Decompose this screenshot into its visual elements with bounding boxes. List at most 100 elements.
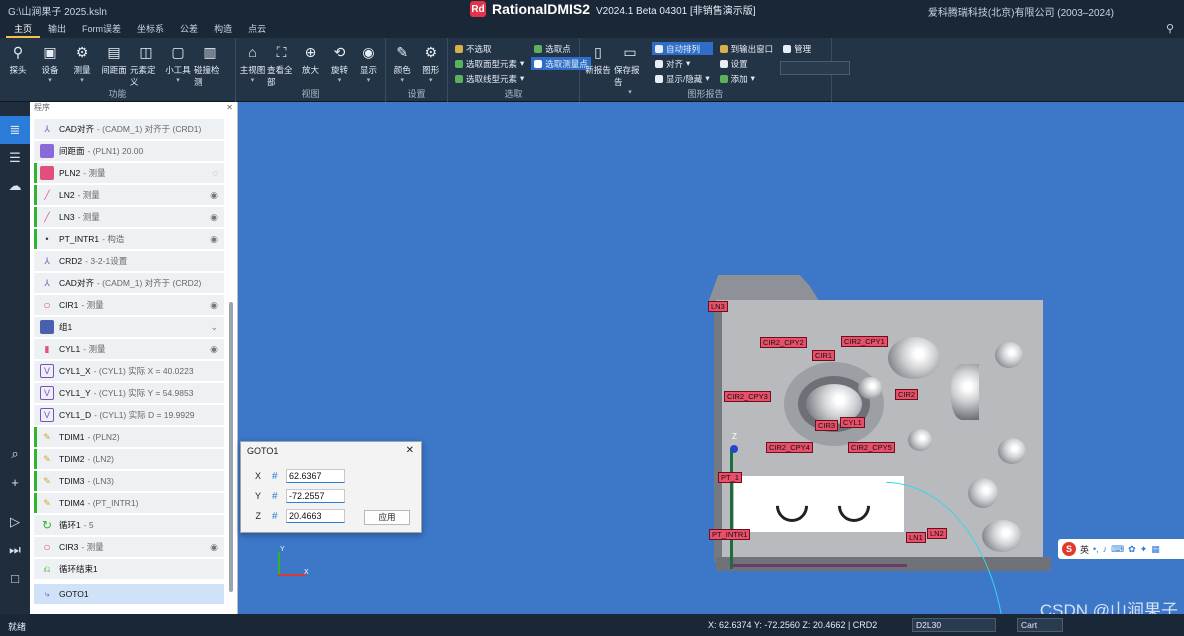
feature-label[interactable]: CIR2 xyxy=(895,389,919,400)
step-icon[interactable]: ⏭ xyxy=(0,536,30,564)
program-row[interactable]: ▮ CYL1- 测量 ◉ xyxy=(34,339,224,359)
program-row[interactable]: ⅄ CAD对齐 - (CADM_1) 对齐于 (CRD1) xyxy=(34,119,224,139)
to-output-item[interactable]: 到输出窗口 xyxy=(717,42,777,55)
mic-icon[interactable]: ♪ xyxy=(1103,544,1108,554)
tab-home[interactable]: 主页 xyxy=(6,20,41,38)
program-list-icon[interactable]: ≣ xyxy=(0,116,30,144)
program-row[interactable]: ✎ TDIM2- (LN2) xyxy=(34,449,224,469)
program-row-selected[interactable]: ⤷ GOTO1 xyxy=(34,584,224,604)
program-row[interactable]: ↻ 循环1- 5 xyxy=(34,515,224,535)
gap-plane-button[interactable]: ▤ 间距面 xyxy=(98,42,130,88)
main-view-button[interactable]: ⌂ 主视图 ▾ xyxy=(238,42,267,88)
tab-output[interactable]: 输出 xyxy=(40,20,74,38)
program-row[interactable]: ⎌ 循环结束1 xyxy=(34,559,224,579)
program-row[interactable]: ✎ TDIM1- (PLN2) xyxy=(34,427,224,447)
eye-icon[interactable]: ◉ xyxy=(210,212,218,223)
feature-label[interactable]: CIR2_CPY4 xyxy=(766,442,813,453)
device-button[interactable]: ▣ 设备 ▾ xyxy=(34,42,66,88)
collision-button[interactable]: ▥ 碰撞检测 xyxy=(194,42,226,88)
graphics-button[interactable]: ⚙ 图形 ▾ xyxy=(417,42,446,85)
program-row[interactable]: V CYL1_D - (CYL1) 实际 D = 19.9929 xyxy=(34,405,224,425)
program-row[interactable]: ╱ LN2- 测量 ◉ xyxy=(34,185,224,205)
add-item[interactable]: 添加 ▾ xyxy=(717,72,777,85)
skin-icon[interactable]: ✿ xyxy=(1128,544,1136,555)
feature-label[interactable]: CIR3 xyxy=(815,420,839,431)
program-row[interactable]: 间距面 - (PLN1) 20.00 xyxy=(34,141,224,161)
select-line-item[interactable]: 选取线型元素 ▾ xyxy=(452,72,527,85)
eye-icon[interactable]: ◉ xyxy=(210,344,218,355)
feature-label[interactable]: CYL1 xyxy=(840,417,865,428)
close-icon[interactable]: ✕ xyxy=(406,442,414,460)
ime-toolbar[interactable]: S 英 •, ♪ ⌨ ✿ ✦ ▦ xyxy=(1058,539,1184,559)
probe-select[interactable]: D2L30 xyxy=(912,618,996,632)
z-input[interactable] xyxy=(286,509,345,523)
apply-button[interactable]: 应用 xyxy=(364,510,410,525)
program-row[interactable]: ⅄ CRD2- 3-2-1设置 xyxy=(34,251,224,271)
pin-icon[interactable]: ⚲ xyxy=(1166,22,1174,35)
manage-item[interactable]: 管理 xyxy=(780,42,850,55)
stop-icon[interactable]: □ xyxy=(0,564,30,592)
play-icon[interactable]: ▷ xyxy=(0,508,30,536)
3d-viewport[interactable]: Z LN3 CIR2_CPY2 CIR2_CPY1 CIR1 CIR2_CPY3… xyxy=(238,102,1184,614)
color-button[interactable]: ✎ 颜色 ▾ xyxy=(388,42,417,85)
feature-label[interactable]: PT_1 xyxy=(718,472,742,483)
add-icon[interactable]: + xyxy=(0,468,30,496)
feature-label[interactable]: LN2 xyxy=(927,528,947,539)
feature-label[interactable]: CIR2_CPY3 xyxy=(724,391,771,402)
feature-label[interactable]: CIR2_CPY1 xyxy=(841,336,888,347)
cloud-icon[interactable]: ☁ xyxy=(0,172,30,200)
tab-coordinate[interactable]: 坐标系 xyxy=(129,20,172,38)
feature-label[interactable]: CIR2_CPY5 xyxy=(848,442,895,453)
search-icon[interactable]: ⌕ xyxy=(0,440,30,468)
tab-construct[interactable]: 构造 xyxy=(206,20,240,38)
auto-arrange-item[interactable]: 自动排列 xyxy=(652,42,713,55)
measure-button[interactable]: ⚙ 测量 ▾ xyxy=(66,42,98,88)
program-row[interactable]: V CYL1_Y - (CYL1) 实际 Y = 54.9853 xyxy=(34,383,224,403)
align-item[interactable]: 对齐 ▾ xyxy=(652,57,713,70)
punctuation-icon[interactable]: •, xyxy=(1093,544,1099,554)
feature-label[interactable]: CIR1 xyxy=(812,350,836,361)
close-icon[interactable]: ✕ xyxy=(226,102,233,114)
keyboard-icon[interactable]: ⌨ xyxy=(1111,544,1124,555)
program-row[interactable]: ⅄ CAD对齐 - (CADM_1) 对齐于 (CRD2) xyxy=(34,273,224,293)
ime-lang[interactable]: 英 xyxy=(1080,543,1089,556)
tools-button[interactable]: ▢ 小工具 ▾ xyxy=(162,42,194,88)
tab-point-cloud[interactable]: 点云 xyxy=(240,20,274,38)
x-input[interactable] xyxy=(286,469,345,483)
program-row[interactable]: • PT_INTR1- 构造 ◉ xyxy=(34,229,224,249)
program-row[interactable]: ○ CIR1- 测量 ◉ xyxy=(34,295,224,315)
feature-label[interactable]: CIR2_CPY2 xyxy=(760,337,807,348)
tab-tolerance[interactable]: 公差 xyxy=(172,20,206,38)
tree-icon[interactable]: ☰ xyxy=(0,144,30,172)
tab-form-error[interactable]: Form误差 xyxy=(74,20,129,38)
chevron-down-icon[interactable]: ⌄ xyxy=(210,322,218,333)
game-icon[interactable]: ✦ xyxy=(1140,544,1148,555)
eye-hidden-icon[interactable]: ◌ xyxy=(213,168,218,178)
feature-label[interactable]: LN1 xyxy=(906,532,926,543)
program-row[interactable]: ✎ TDIM3- (LN3) xyxy=(34,471,224,491)
panel-scrollbar[interactable] xyxy=(229,302,233,592)
probe-button[interactable]: ⚲ 探头 xyxy=(2,42,34,88)
program-row[interactable]: ○ CIR3- 测量 ◉ xyxy=(34,537,224,557)
report-dropdown[interactable] xyxy=(780,61,851,75)
program-row[interactable]: ╱ LN3- 测量 ◉ xyxy=(34,207,224,227)
eye-icon[interactable]: ◉ xyxy=(210,542,218,553)
zoom-button[interactable]: ⊕ 放大 xyxy=(296,42,325,88)
view-all-button[interactable]: ⛶ 查看全部 xyxy=(267,42,296,88)
rotate-button[interactable]: ⟲ 旋转 ▾ xyxy=(325,42,354,88)
select-surface-item[interactable]: 选取面型元素 ▾ xyxy=(452,57,527,70)
grid-icon[interactable]: ▦ xyxy=(1151,544,1160,555)
no-select-item[interactable]: 不选取 xyxy=(452,42,527,55)
program-row[interactable]: ✎ TDIM4- (PT_INTR1) xyxy=(34,493,224,513)
coordinate-mode-select[interactable]: Cart xyxy=(1017,618,1063,632)
feature-label[interactable]: PT_INTR1 xyxy=(709,529,751,540)
program-row[interactable]: V CYL1_X - (CYL1) 实际 X = 40.0223 xyxy=(34,361,224,381)
program-row[interactable]: PLN2- 测量 ◌ xyxy=(34,163,224,183)
program-row[interactable]: 组1 ⌄ xyxy=(34,317,224,337)
element-define-button[interactable]: ◫ 元素定义 xyxy=(130,42,162,88)
feature-label[interactable]: LN3 xyxy=(708,301,728,312)
report-settings-item[interactable]: 设置 xyxy=(717,57,777,70)
display-button[interactable]: ◉ 显示 ▾ xyxy=(354,42,383,88)
eye-icon[interactable]: ◉ xyxy=(210,190,218,201)
eye-icon[interactable]: ◉ xyxy=(210,234,218,245)
